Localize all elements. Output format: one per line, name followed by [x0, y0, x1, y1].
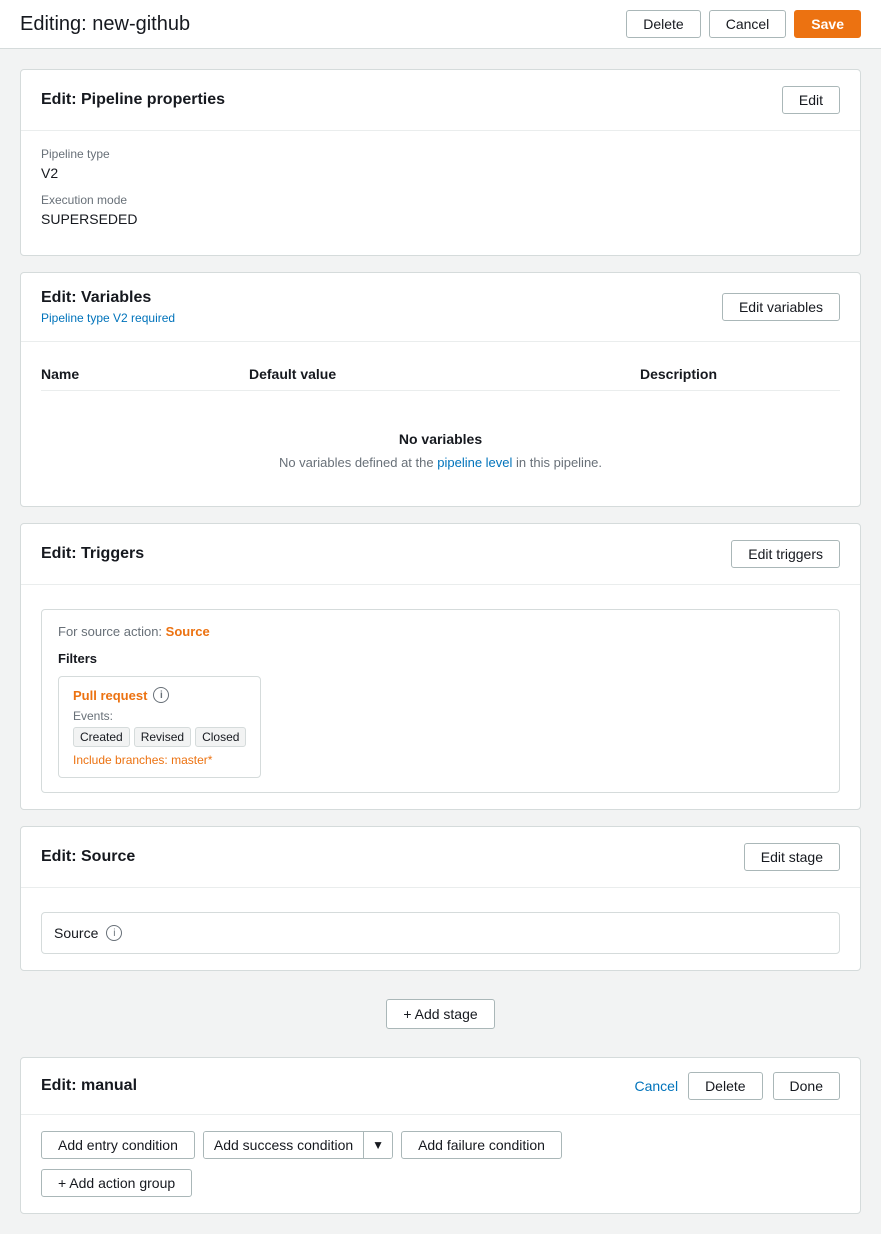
- add-stage-label: + Add stage: [403, 1006, 477, 1022]
- col-name: Name: [41, 366, 241, 382]
- triggers-body: For source action: Source Filters Pull r…: [21, 585, 860, 809]
- pipeline-type-label: Pipeline type: [41, 147, 840, 161]
- pipeline-properties-body: Pipeline type V2 Execution mode SUPERSED…: [21, 131, 860, 255]
- add-success-condition-arrow[interactable]: ▼: [363, 1132, 392, 1158]
- event-tag-closed: Closed: [195, 727, 246, 747]
- page-title: Editing: new-github: [20, 13, 190, 36]
- variables-card: Edit: Variables Pipeline type V2 require…: [20, 272, 861, 507]
- top-bar-actions: Delete Cancel Save: [626, 10, 861, 38]
- source-item-label: Source: [54, 925, 98, 941]
- pull-request-info-icon[interactable]: i: [153, 687, 169, 703]
- manual-done-button[interactable]: Done: [773, 1072, 840, 1100]
- manual-stage-card: Edit: manual Cancel Delete Done Add entr…: [20, 1057, 861, 1214]
- execution-mode-label: Execution mode: [41, 193, 840, 207]
- variables-header-left: Edit: Variables Pipeline type V2 require…: [41, 289, 175, 325]
- filter-events-tags: Created Revised Closed: [73, 727, 246, 747]
- triggers-card: Edit: Triggers Edit triggers For source …: [20, 523, 861, 810]
- edit-source-stage-button[interactable]: Edit stage: [744, 843, 840, 871]
- vars-table-header: Name Default value Description: [41, 358, 840, 391]
- filters-label: Filters: [58, 651, 823, 666]
- source-stage-header: Edit: Source Edit stage: [21, 827, 860, 888]
- edit-pipeline-properties-button[interactable]: Edit: [782, 86, 840, 114]
- add-action-group-button[interactable]: + Add action group: [41, 1169, 192, 1197]
- top-bar: Editing: new-github Delete Cancel Save: [0, 0, 881, 49]
- add-stage-button[interactable]: + Add stage: [386, 999, 494, 1029]
- no-variables-description: No variables defined at the pipeline lev…: [41, 455, 840, 470]
- manual-delete-button[interactable]: Delete: [688, 1072, 762, 1100]
- pipeline-type-value: V2: [41, 165, 840, 181]
- add-success-condition-dropdown: Add success condition ▼: [203, 1131, 393, 1159]
- variables-body: Name Default value Description No variab…: [21, 342, 860, 506]
- trigger-source-label: For source action: Source: [58, 624, 823, 639]
- trigger-box: For source action: Source Filters Pull r…: [41, 609, 840, 793]
- variables-title: Edit: Variables: [41, 289, 151, 306]
- manual-stage-header: Edit: manual Cancel Delete Done: [21, 1058, 860, 1115]
- add-action-group-row: + Add action group: [41, 1169, 840, 1197]
- source-item: Source i: [41, 912, 840, 954]
- execution-mode-value: SUPERSEDED: [41, 211, 840, 227]
- col-default: Default value: [249, 366, 632, 382]
- save-button[interactable]: Save: [794, 10, 861, 38]
- edit-variables-button[interactable]: Edit variables: [722, 293, 840, 321]
- manual-stage-actions: Cancel Delete Done: [634, 1072, 840, 1100]
- source-stage-body: Source i: [21, 888, 860, 970]
- add-stage-container: + Add stage: [20, 987, 861, 1041]
- add-success-condition-button[interactable]: Add success condition: [204, 1132, 363, 1158]
- col-description: Description: [640, 366, 840, 382]
- pipeline-properties-header: Edit: Pipeline properties Edit: [21, 70, 860, 131]
- filter-events-label: Events:: [73, 709, 246, 723]
- pipeline-level-link[interactable]: pipeline level: [437, 455, 512, 470]
- manual-stage-body: Add entry condition Add success conditio…: [21, 1115, 860, 1213]
- add-failure-condition-button[interactable]: Add failure condition: [401, 1131, 562, 1159]
- no-variables-title: No variables: [41, 431, 840, 447]
- filter-card: Pull request i Events: Created Revised C…: [58, 676, 261, 778]
- cancel-button[interactable]: Cancel: [709, 10, 787, 38]
- source-info-icon[interactable]: i: [106, 925, 122, 941]
- triggers-header: Edit: Triggers Edit triggers: [21, 524, 860, 585]
- source-stage-title: Edit: Source: [41, 848, 135, 866]
- filter-card-title: Pull request i: [73, 687, 246, 703]
- variables-header: Edit: Variables Pipeline type V2 require…: [21, 273, 860, 342]
- filter-branches: Include branches: master*: [73, 753, 246, 767]
- triggers-title: Edit: Triggers: [41, 545, 144, 563]
- add-entry-condition-button[interactable]: Add entry condition: [41, 1131, 195, 1159]
- source-stage-card: Edit: Source Edit stage Source i: [20, 826, 861, 971]
- edit-triggers-button[interactable]: Edit triggers: [731, 540, 840, 568]
- event-tag-created: Created: [73, 727, 130, 747]
- page-content: Edit: Pipeline properties Edit Pipeline …: [0, 49, 881, 1234]
- variables-subtitle: Pipeline type V2 required: [41, 311, 175, 325]
- branches-value: master*: [171, 753, 212, 767]
- manual-conditions-row: Add entry condition Add success conditio…: [41, 1131, 840, 1159]
- manual-cancel-button[interactable]: Cancel: [634, 1078, 678, 1094]
- trigger-source-name: Source: [166, 624, 210, 639]
- pipeline-properties-card: Edit: Pipeline properties Edit Pipeline …: [20, 69, 861, 256]
- pipeline-properties-title: Edit: Pipeline properties: [41, 91, 225, 109]
- no-variables-state: No variables No variables defined at the…: [41, 411, 840, 490]
- manual-stage-title: Edit: manual: [41, 1077, 137, 1095]
- delete-button[interactable]: Delete: [626, 10, 700, 38]
- event-tag-revised: Revised: [134, 727, 191, 747]
